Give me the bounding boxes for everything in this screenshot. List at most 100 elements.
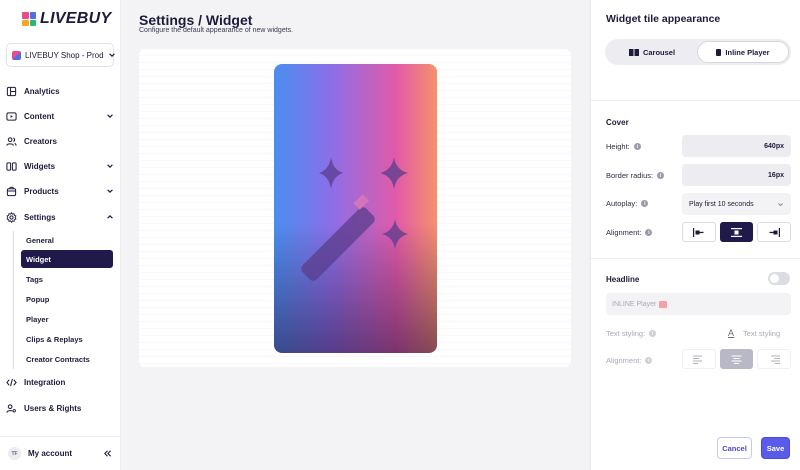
info-icon[interactable]: i [641,200,649,207]
align-center-icon [731,227,742,237]
autoplay-value: Play first 10 seconds [689,200,754,208]
autoplay-label: Autoplay: i [606,199,649,208]
sub-item-clips-replays[interactable]: Clips & Replays [21,330,113,348]
tab-inline-player[interactable]: Inline Player [697,41,789,63]
widget-type-toggle: Carousel Inline Player [605,39,791,65]
gear-icon [6,211,17,223]
text-align-center-icon [731,355,742,364]
info-icon[interactable]: i [645,229,653,236]
text-align-right-button[interactable] [757,349,792,369]
divider [591,258,800,259]
play-icon [6,111,17,121]
users-icon [6,136,17,146]
border-radius-input[interactable]: 16px [682,164,791,186]
save-button[interactable]: Save [761,437,790,459]
nav-item-analytics[interactable]: Analytics [6,81,114,101]
height-input[interactable]: 640px [682,135,791,157]
section-title-cover: Cover [606,118,629,127]
info-icon[interactable]: i [645,357,653,364]
brand-name: LIVEBUY [40,10,112,27]
text-style-icon: A [728,328,735,338]
tab-label: Carousel [642,47,676,57]
text-align-right-icon [770,355,780,364]
sub-item-widget[interactable]: Widget [21,250,113,268]
nav-label: Products [24,186,59,196]
headline-toggle[interactable] [768,272,790,285]
shop-icon [12,50,21,60]
tab-carousel[interactable]: Carousel [607,41,697,63]
sub-item-tags[interactable]: Tags [21,270,113,288]
align-right-button[interactable] [757,222,792,242]
text-align-center-button[interactable] [719,349,754,369]
nav-item-widgets[interactable]: Widgets [6,156,114,176]
align-center-button[interactable] [719,222,754,242]
nav-item-integration[interactable]: Integration [6,372,114,392]
nav-item-settings[interactable]: Settings [6,207,114,227]
nav-label: Analytics [24,86,60,96]
nav-label: Content [24,111,55,121]
cancel-button[interactable]: Cancel [717,437,752,459]
shop-selector[interactable]: LIVEBUY Shop - Prod [6,43,115,67]
nav-label: Integration [24,377,66,387]
avatar: TF [8,447,21,460]
account-label: My account [28,449,73,458]
panel-title: Widget tile appearance [606,13,721,25]
code-icon [6,378,17,386]
nav-label: Users & Rights [24,403,82,413]
section-title-headline: Headline [606,275,640,284]
cover-alignment-group [682,222,792,242]
autoplay-select[interactable]: Play first 10 seconds [682,193,791,215]
inline-player-icon [716,48,722,56]
info-icon[interactable]: i [649,330,657,337]
sub-item-player[interactable]: Player [21,310,113,328]
chevron-down-icon [108,53,115,58]
page-subtitle: Configure the default appearance of new … [139,27,294,34]
widget-preview-tile [274,64,437,353]
align-left-icon [693,227,704,237]
widget-settings-panel: Widget tile appearance Carousel Inline P… [590,0,800,470]
emoji-icon [659,300,668,308]
nav-item-content[interactable]: Content [6,106,114,126]
info-icon[interactable]: i [657,172,665,179]
nav-label: Creators [24,136,57,146]
align-left-button[interactable] [682,222,716,242]
nav-item-products[interactable]: Products [6,181,114,201]
sub-item-creator-contracts[interactable]: Creator Contracts [21,350,113,368]
divider [591,100,800,101]
align-right-icon [769,227,780,237]
text-styling-label: Text styling: i [606,329,657,338]
cover-alignment-label: Alignment: i [606,228,653,237]
nav-label: Settings [24,212,56,222]
headline-alignment-group [682,349,792,369]
magic-wand-icon [301,157,408,281]
chevron-up-icon [107,214,113,219]
account-menu[interactable]: TF My account [0,436,120,470]
widget-preview-card [139,49,571,367]
chevron-down-icon [107,164,113,169]
sub-item-general[interactable]: General [21,231,113,249]
headline-text-input[interactable]: INLINE Player [606,293,791,315]
widgets-icon [6,161,17,171]
info-icon[interactable]: i [633,143,641,150]
nav-item-creators[interactable]: Creators [6,131,114,151]
text-align-left-icon [693,355,703,364]
sidebar: LIVEBUY LIVEBUY Shop - Prod Analytics Co… [0,0,121,470]
nav-item-users-rights[interactable]: Users & Rights [6,398,114,418]
chevron-down-icon [107,189,113,194]
text-styling-button[interactable]: A Text styling [728,328,780,338]
shop-name: LIVEBUY Shop - Prod [25,50,104,60]
sub-item-popup[interactable]: Popup [21,290,113,308]
chevron-down-icon [778,202,783,206]
nav-label: Widgets [24,161,56,171]
chevron-down-icon [107,114,113,119]
headline-alignment-label: Alignment: i [606,356,653,365]
tab-label: Inline Player [725,47,770,57]
bag-icon [6,186,17,196]
logo-mark-icon [22,12,36,26]
brand-logo[interactable]: LIVEBUY [22,10,111,28]
user-key-icon [6,403,16,413]
settings-submenu: General Widget Tags Popup Player Clips &… [13,231,114,369]
text-align-left-button[interactable] [682,349,716,369]
chart-icon [6,86,17,96]
collapse-sidebar-icon[interactable] [103,449,112,458]
